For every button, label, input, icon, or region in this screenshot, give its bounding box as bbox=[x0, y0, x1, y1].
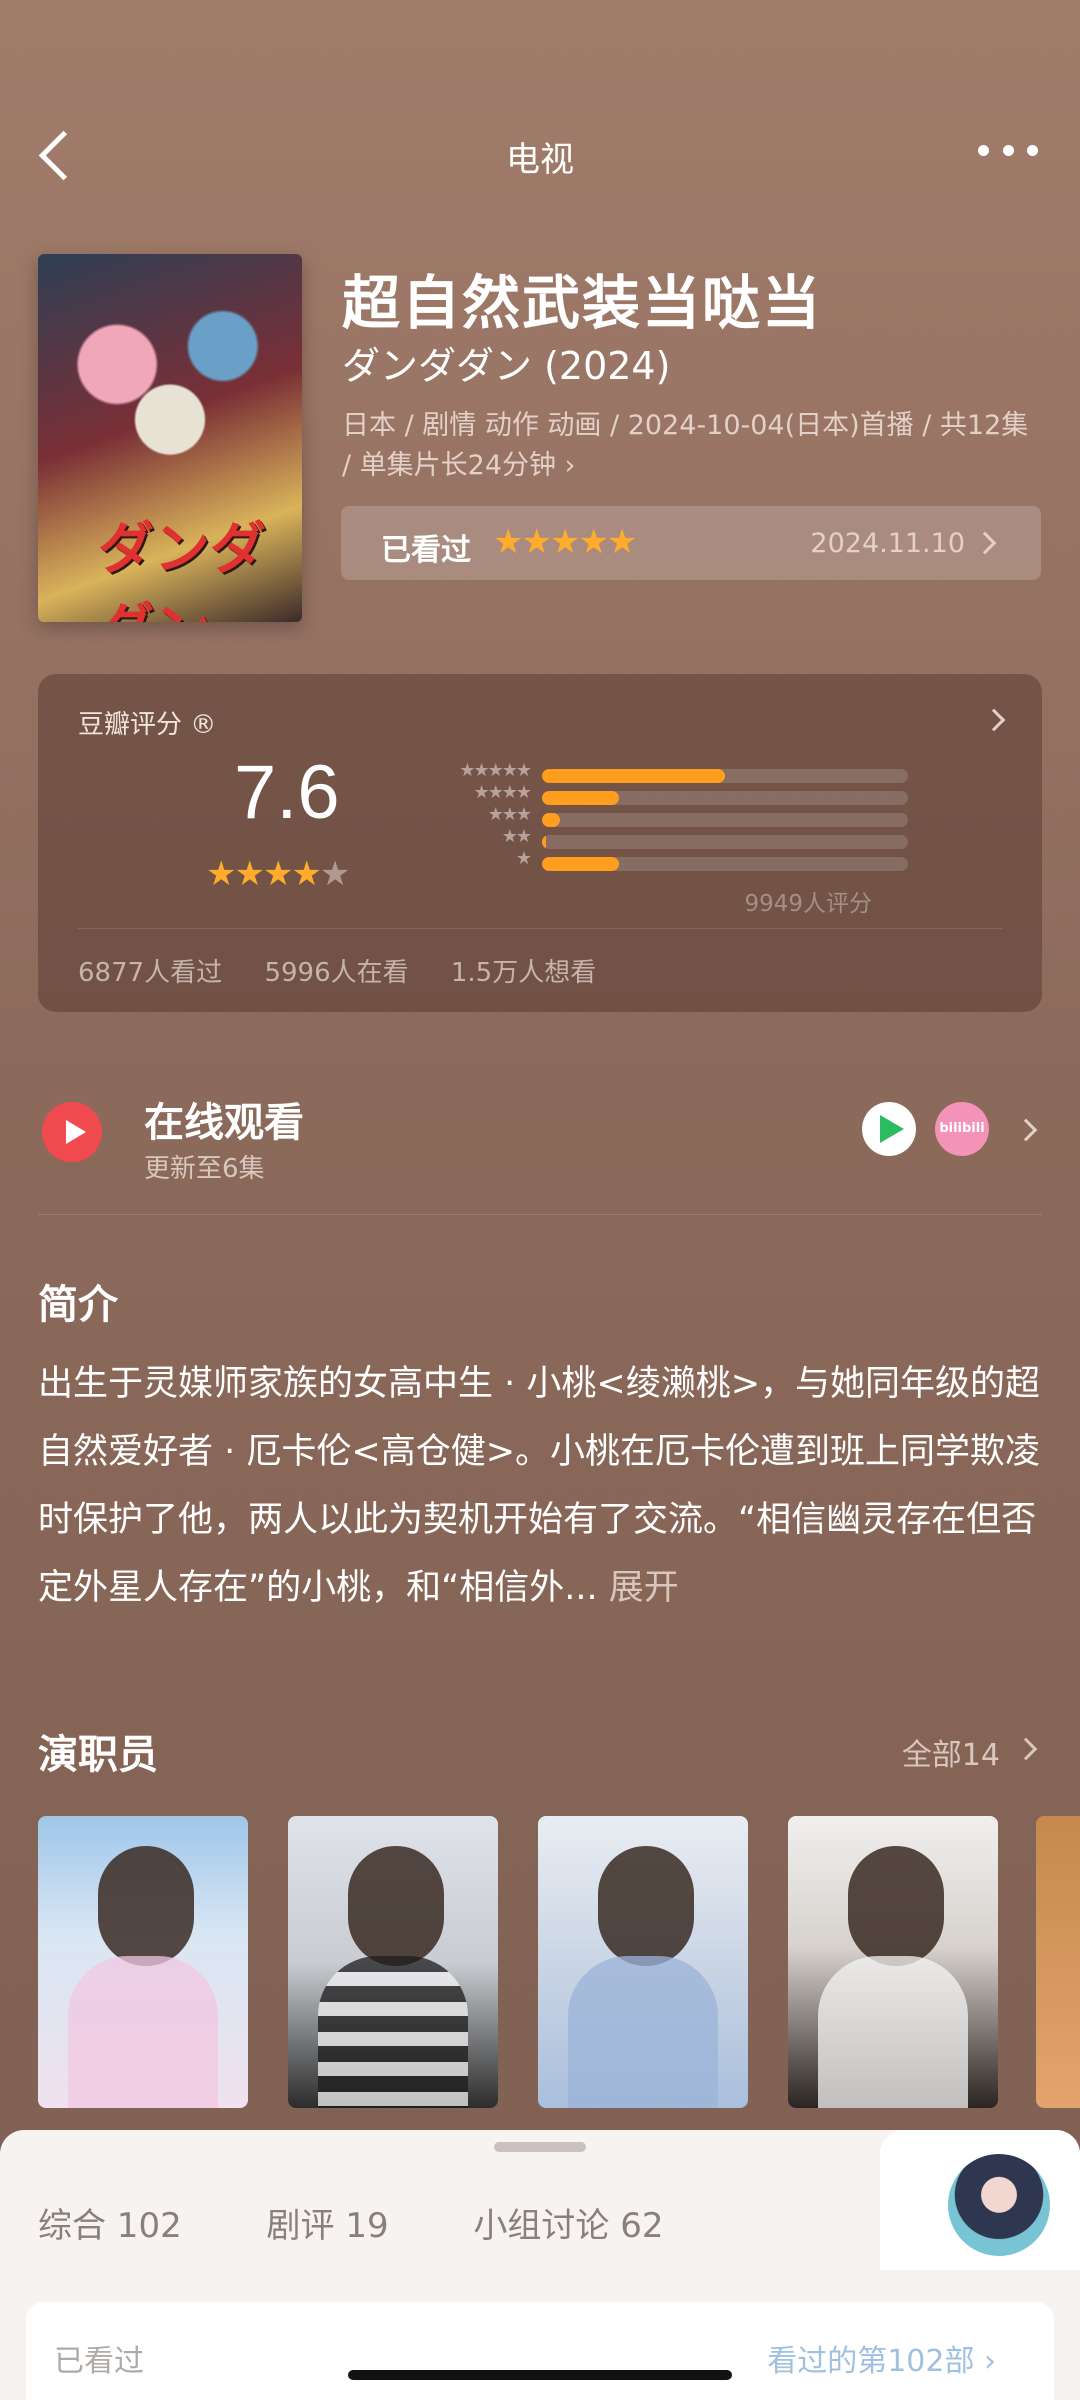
more-icon[interactable] bbox=[978, 140, 1038, 160]
rating-label: 豆瓣评分 ® bbox=[78, 710, 217, 740]
chevron-right-icon bbox=[982, 708, 1006, 732]
synopsis-title: 简介 bbox=[38, 1282, 118, 1328]
want-count: 1.5万人想看 bbox=[450, 958, 597, 988]
tab-reviews[interactable]: 剧评 19 bbox=[267, 2206, 389, 2246]
tencent-video-icon[interactable] bbox=[862, 1102, 916, 1156]
rating-bar-stars: ★★ bbox=[501, 826, 532, 847]
page-title: 电视 bbox=[506, 140, 574, 180]
show-title: 超自然武装当哒当 bbox=[342, 269, 823, 337]
home-indicator[interactable] bbox=[348, 2370, 732, 2380]
watch-online-title: 在线观看 bbox=[144, 1100, 304, 1146]
poster-image[interactable]: ダンダダン bbox=[38, 254, 302, 622]
rating-bar-track bbox=[542, 769, 908, 783]
avatar-container bbox=[880, 2130, 1080, 2270]
rating-score: 7.6 bbox=[234, 750, 340, 835]
play-icon bbox=[42, 1102, 102, 1162]
my-rating-stars: ★★★★★ bbox=[493, 522, 637, 562]
rating-bar-track bbox=[542, 857, 908, 871]
watched-status-bar[interactable]: 已看过 ★★★★★ 2024.11.10 bbox=[341, 506, 1041, 580]
rating-bar-row: ★★★ bbox=[398, 804, 918, 830]
cast-card[interactable] bbox=[288, 1816, 498, 2108]
watching-count: 5996人在看 bbox=[264, 958, 409, 988]
rating-bar-stars: ★★★ bbox=[487, 804, 532, 825]
rating-bar-row: ★★★★ bbox=[398, 782, 918, 808]
watch-online-subtitle: 更新至6集 bbox=[144, 1154, 265, 1184]
rating-bar-track bbox=[542, 791, 908, 805]
original-title: ダンダダン (2024) bbox=[342, 344, 671, 388]
tab-overview[interactable]: 综合 102 bbox=[38, 2206, 182, 2246]
bilibili-icon[interactable]: bilibili bbox=[935, 1102, 989, 1156]
divider bbox=[38, 1214, 1042, 1215]
avatar[interactable] bbox=[944, 2150, 1054, 2260]
cast-title: 演职员 bbox=[38, 1732, 158, 1778]
rating-distribution: ★★★★★ ★★★★ ★★★ ★★ ★ bbox=[398, 760, 918, 874]
rating-stars: ★★★★★ bbox=[206, 854, 350, 894]
rating-bar-fill bbox=[542, 857, 619, 871]
cast-list[interactable] bbox=[38, 1816, 1080, 2108]
rating-bar-stars: ★★★★ bbox=[473, 782, 532, 803]
cast-card[interactable] bbox=[1036, 1816, 1080, 2108]
watched-summary-card[interactable]: 已看过 看过的第102部 › bbox=[26, 2302, 1054, 2400]
rating-bar-stars: ★★★★★ bbox=[459, 760, 532, 781]
rating-bar-stars: ★ bbox=[515, 848, 532, 869]
rating-bar-row: ★ bbox=[398, 848, 918, 874]
chevron-right-icon bbox=[973, 531, 997, 555]
synopsis-text[interactable]: 出生于灵媒师家族的女高中生 · 小桃<绫濑桃>，与她同年级的超自然爱好者 · 厄… bbox=[38, 1350, 1048, 1622]
cast-all-link[interactable]: 全部14 bbox=[902, 1730, 1000, 1774]
douban-rating-card[interactable]: 豆瓣评分 ® 7.6 ★★★★★ ★★★★★ ★★★★ ★★★ ★★ ★ 9949人评分… bbox=[38, 674, 1042, 1012]
rating-bar-track bbox=[542, 835, 908, 849]
watch-online-row[interactable]: 在线观看 更新至6集 bilibili bbox=[0, 1080, 1080, 1210]
chevron-right-icon bbox=[1014, 1737, 1038, 1761]
watched-label: 已看过 bbox=[381, 533, 471, 568]
rating-bar-fill bbox=[542, 813, 561, 827]
sheet-handle[interactable] bbox=[494, 2142, 586, 2152]
sheet-tabs: 综合 102 剧评 19 小组讨论 62 bbox=[38, 2198, 737, 2247]
rating-bar-row: ★★ bbox=[398, 826, 918, 852]
watched-count: 6877人看过 bbox=[78, 958, 223, 988]
cast-card[interactable] bbox=[788, 1816, 998, 2108]
rating-count: 9949人评分 bbox=[744, 891, 872, 917]
chevron-right-icon bbox=[1014, 1118, 1038, 1142]
poster-logo: ダンダダン bbox=[98, 516, 266, 622]
cast-card[interactable] bbox=[538, 1816, 748, 2108]
top-bar: 电视 bbox=[0, 120, 1080, 190]
divider bbox=[78, 928, 1002, 929]
watched-date: 2024.11.10 bbox=[810, 528, 965, 559]
expand-link[interactable]: 展开 bbox=[609, 1568, 679, 1608]
rating-bar-fill bbox=[542, 769, 725, 783]
watched-summary-count[interactable]: 看过的第102部 › bbox=[767, 2336, 996, 2380]
rating-bar-fill bbox=[542, 791, 619, 805]
tab-group-discussion[interactable]: 小组讨论 62 bbox=[473, 2206, 663, 2246]
show-meta[interactable]: 日本 / 剧情 动作 动画 / 2024-10-04(日本)首播 / 共12集 … bbox=[342, 406, 1042, 486]
watched-summary-label: 已看过 bbox=[54, 2344, 144, 2379]
cast-card[interactable] bbox=[38, 1816, 248, 2108]
synopsis-body: 出生于灵媒师家族的女高中生 · 小桃<绫濑桃>，与她同年级的超自然爱好者 · 厄… bbox=[38, 1364, 1041, 1608]
bottom-sheet[interactable]: 综合 102 剧评 19 小组讨论 62 已看过 看过的第102部 › bbox=[0, 2130, 1080, 2400]
rating-stats: 6877人看过 5996人在看 1.5万人想看 bbox=[78, 952, 630, 989]
rating-bar-track bbox=[542, 813, 908, 827]
rating-bar-fill bbox=[542, 835, 546, 849]
